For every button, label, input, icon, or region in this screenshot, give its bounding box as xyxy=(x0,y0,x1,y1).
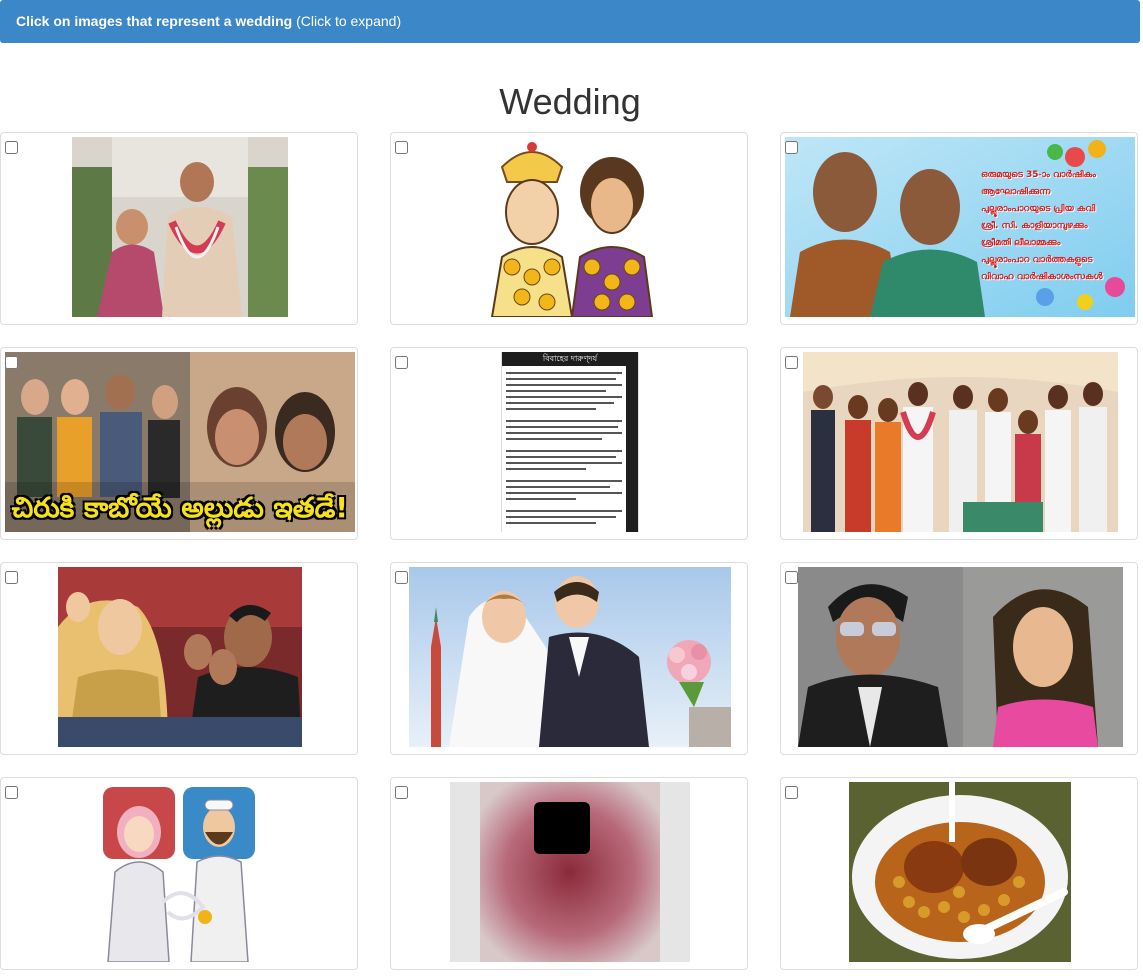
page-title: Wedding xyxy=(499,81,641,122)
cartoon-bride-groom[interactable] xyxy=(462,137,678,317)
image-checkbox-11[interactable] xyxy=(395,786,408,799)
poster-caption-line: ശ്രീമതി ലീലാമ്മക്കും xyxy=(981,238,1061,248)
image-checkbox-8[interactable] xyxy=(395,571,408,584)
poster-caption-line: ആഘോഷിക്കുന്ന xyxy=(981,187,1051,197)
image-card-4[interactable]: చిరుకి కాబోయే అల్లుడు ఇతడే! xyxy=(0,347,358,540)
image-checkbox-6[interactable] xyxy=(785,356,798,369)
poster-caption-line: ഒരുമയുടെ 35-ാം വാർഷികം xyxy=(981,170,1096,180)
image-checkbox-5[interactable] xyxy=(395,356,408,369)
image-card-8[interactable] xyxy=(390,562,748,755)
image-checkbox-9[interactable] xyxy=(785,571,798,584)
actor-actress-split[interactable] xyxy=(798,567,1123,747)
anniversary-poster[interactable]: ഒരുമയുടെ 35-ാം വാർഷികം ആഘോഷിക്കുന്ന പുല്ലൂ… xyxy=(785,137,1135,317)
bride-groom-kiss[interactable] xyxy=(409,567,731,747)
image-card-9[interactable] xyxy=(780,562,1138,755)
blurred-image[interactable] xyxy=(450,782,690,962)
image-card-1[interactable] xyxy=(0,132,358,325)
poster-caption-line: പുല്ലൂരാംപാറയുടെ പ്രിയ കവി xyxy=(981,204,1096,214)
image-checkbox-10[interactable] xyxy=(5,786,18,799)
image-checkbox-12[interactable] xyxy=(785,786,798,799)
image-card-6[interactable] xyxy=(780,347,1138,540)
collage-caption: చిరుకి కాబోయే అల్లుడు ఇతడే! xyxy=(11,491,349,524)
phone-screenshot-text[interactable]: বিবাহের দারুণ্দর্য xyxy=(501,352,639,532)
image-checkbox-7[interactable] xyxy=(5,571,18,584)
image-card-5[interactable]: বিবাহের দারুণ্দর্য xyxy=(390,347,748,540)
image-checkbox-3[interactable] xyxy=(785,141,798,154)
image-checkbox-2[interactable] xyxy=(395,141,408,154)
image-checkbox-1[interactable] xyxy=(5,141,18,154)
phone-header: বিবাহের দারুণ্দর্য xyxy=(502,352,638,366)
instruction-banner[interactable]: Click on images that represent a wedding… xyxy=(0,0,1140,43)
wedding-couple-photo[interactable] xyxy=(72,137,288,317)
instruction-text: Click on images that represent a wedding xyxy=(16,13,293,29)
image-card-12[interactable] xyxy=(780,777,1138,970)
poster-caption-line: വിവാഹ വാർഷികാശംസകൾ xyxy=(981,272,1103,282)
poster-caption: ഒരുമയുടെ 35-ാം വാർഷികം ആഘോഷിക്കുന്ന പുല്ലൂ… xyxy=(981,167,1131,286)
image-card-7[interactable] xyxy=(0,562,358,755)
image-card-11[interactable] xyxy=(390,777,748,970)
expand-hint: (Click to expand) xyxy=(292,13,402,29)
image-card-3[interactable]: ഒരുമയുടെ 35-ാം വാർഷികം ആഘോഷിക്കുന്ന പുല്ലൂ… xyxy=(780,132,1138,325)
image-card-2[interactable] xyxy=(390,132,748,325)
poster-caption-line: ശ്രീ. സി. കാളിയാമ്പുഴക്കും xyxy=(981,221,1088,231)
food-plate[interactable] xyxy=(849,782,1071,962)
image-card-10[interactable] xyxy=(0,777,358,970)
image-checkbox-4[interactable] xyxy=(5,356,18,369)
poster-caption-line: പുല്ലൂരാംപാറ വാർത്തകളുടെ xyxy=(981,255,1093,265)
group-wedding-photo[interactable] xyxy=(803,352,1118,532)
celebrities-clapping[interactable] xyxy=(58,567,302,747)
cartoon-muslim-couple[interactable] xyxy=(93,782,268,962)
